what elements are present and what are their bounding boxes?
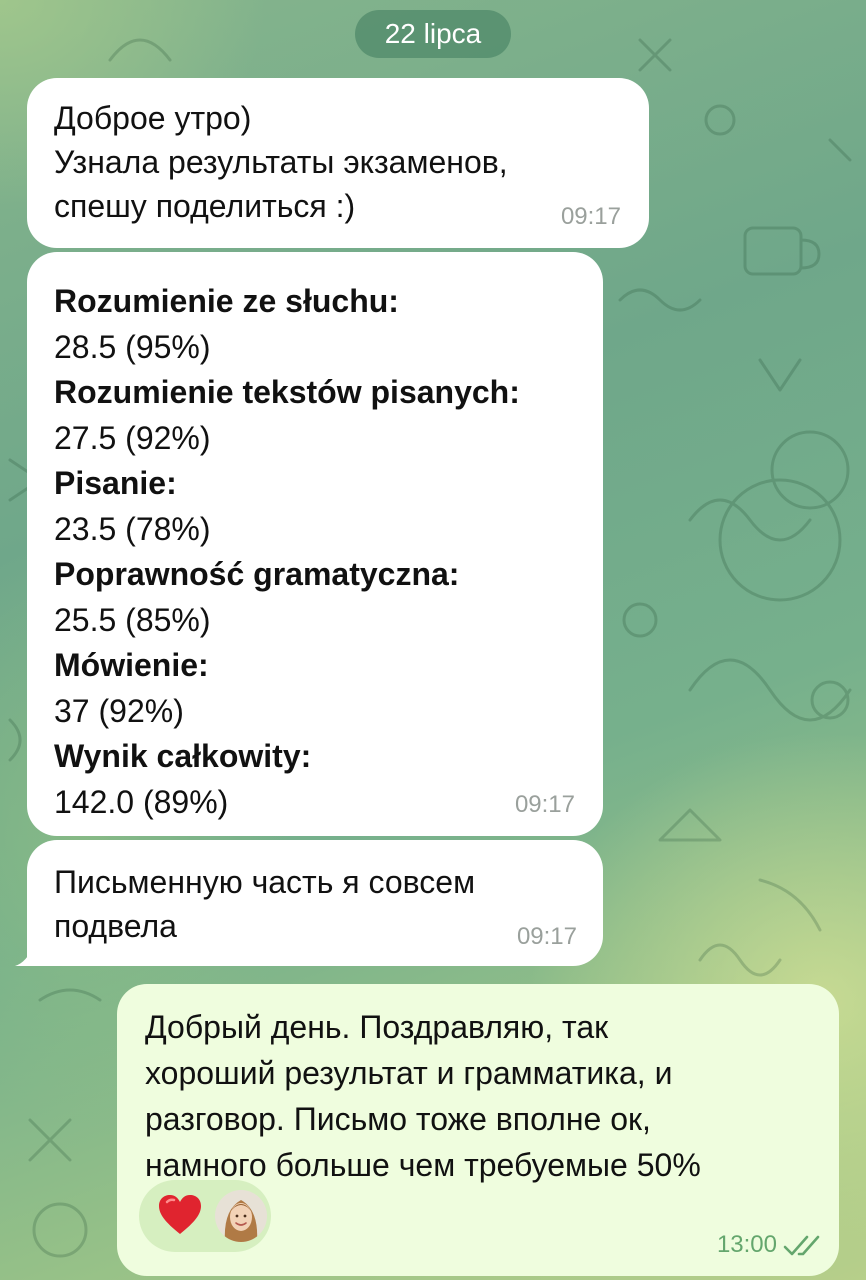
message-time: 09:17 bbox=[514, 791, 575, 818]
result-value: 28.5 (95%) bbox=[54, 328, 211, 365]
red-heart-icon bbox=[159, 1195, 201, 1234]
outgoing-message-bubble[interactable]: Добрый день. Поздравляю, так хороший рез… bbox=[117, 984, 839, 1276]
result-label: Rozumienie tekstów pisanych: bbox=[54, 374, 520, 410]
reaction-pill[interactable] bbox=[139, 1180, 271, 1252]
incoming-message-bubble-results[interactable]: Rozumienie ze słuchu: 28.5 (95%) Rozumie… bbox=[27, 252, 603, 836]
result-label: Mówienie: bbox=[54, 647, 209, 683]
result-label: Rozumienie ze słuchu: bbox=[54, 283, 399, 319]
result-label: Poprawność gramatyczna: bbox=[54, 556, 460, 592]
result-value: 23.5 (78%) bbox=[54, 510, 211, 547]
message-text: Доброе утро) Узнала результаты экзаменов… bbox=[54, 100, 508, 224]
double-check-icon bbox=[783, 1235, 820, 1256]
result-value: 25.5 (85%) bbox=[54, 601, 211, 638]
message-time: 09:17 bbox=[560, 203, 621, 230]
incoming-message-bubble[interactable]: Доброе утро) Узнала результаты экзаменов… bbox=[27, 78, 649, 248]
message-time: 09:17 bbox=[516, 923, 577, 950]
incoming-message-bubble[interactable]: Письменную часть я совсем подвела 09:17 bbox=[27, 840, 603, 966]
result-label: Wynik całkowity: bbox=[54, 738, 312, 774]
reactor-avatar[interactable] bbox=[215, 1190, 267, 1242]
date-separator: 22 lipca bbox=[355, 10, 511, 58]
message-time: 13:00 bbox=[716, 1231, 777, 1258]
result-value: 37 (92%) bbox=[54, 692, 184, 729]
message-text: Добрый день. Поздравляю, так хороший рез… bbox=[145, 1009, 701, 1183]
result-value: 27.5 (92%) bbox=[54, 419, 211, 456]
result-label: Pisanie: bbox=[54, 465, 177, 501]
